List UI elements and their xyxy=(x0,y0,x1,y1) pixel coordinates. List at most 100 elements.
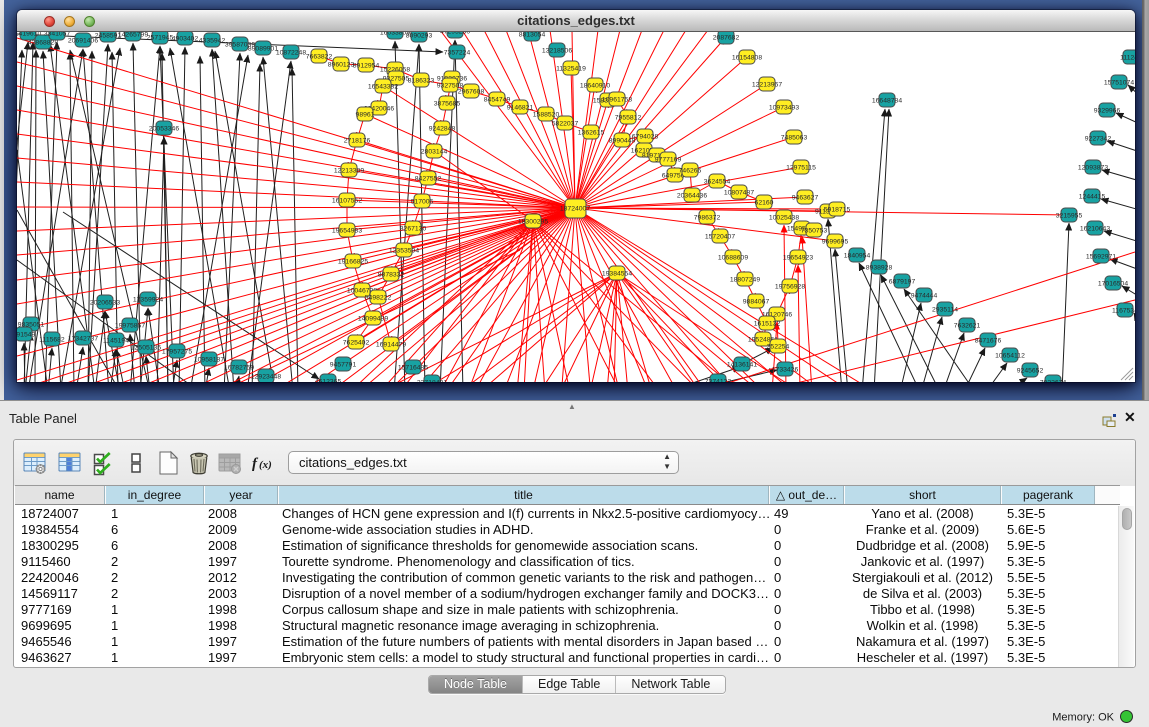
svg-text:12975115: 12975115 xyxy=(786,164,816,171)
svg-text:1244415: 1244415 xyxy=(1079,193,1106,200)
svg-text:12093873: 12093873 xyxy=(1078,164,1108,171)
svg-text:13218506: 13218506 xyxy=(542,47,572,54)
svg-text:2803144: 2803144 xyxy=(421,148,448,155)
svg-text:19756928: 19756928 xyxy=(775,283,805,290)
svg-text:16107552: 16107552 xyxy=(332,197,362,204)
svg-text:10688609: 10688609 xyxy=(718,254,748,261)
svg-text:18300295: 18300295 xyxy=(518,218,548,225)
svg-text:14265799: 14265799 xyxy=(118,32,148,38)
svg-text:7374122: 7374122 xyxy=(705,378,732,382)
svg-text:3267130: 3267130 xyxy=(400,225,427,232)
svg-text:15716485: 15716485 xyxy=(398,364,428,371)
svg-text:19654923: 19654923 xyxy=(783,254,813,261)
svg-text:7485063: 7485063 xyxy=(781,134,808,141)
svg-text:16648784: 16648784 xyxy=(872,97,902,104)
svg-text:1840954: 1840954 xyxy=(844,252,871,259)
svg-text:98961: 98961 xyxy=(356,111,375,118)
svg-text:f: f xyxy=(252,456,259,472)
svg-text:7986372: 7986372 xyxy=(694,214,721,221)
svg-text:8471676: 8471676 xyxy=(975,337,1002,344)
svg-text:9777169: 9777169 xyxy=(655,156,682,163)
svg-text:391549: 391549 xyxy=(17,331,36,338)
svg-text:1615132: 1615132 xyxy=(754,320,781,327)
svg-text:14136141: 14136141 xyxy=(727,361,757,368)
svg-text:10958187: 10958187 xyxy=(194,356,224,363)
svg-text:7022674: 7022674 xyxy=(1040,379,1067,382)
svg-text:16154808: 16154808 xyxy=(732,54,762,61)
svg-text:23718431: 23718431 xyxy=(417,379,447,382)
svg-text:10872248: 10872248 xyxy=(276,49,306,56)
svg-text:7357224: 7357224 xyxy=(444,49,471,56)
svg-text:8454749: 8454749 xyxy=(484,96,511,103)
svg-text:89089901: 89089901 xyxy=(248,45,278,52)
svg-text:9227342: 9227342 xyxy=(1085,135,1112,142)
svg-text:5918715: 5918715 xyxy=(824,206,851,213)
svg-text:17342737: 17342737 xyxy=(68,335,98,342)
svg-text:18807249: 18807249 xyxy=(730,276,760,283)
svg-text:7350753: 7350753 xyxy=(801,227,828,234)
svg-text:111248: 111248 xyxy=(1120,54,1135,61)
svg-text:(x): (x) xyxy=(259,459,272,471)
svg-text:6879197: 6879197 xyxy=(889,278,916,285)
svg-text:19166825: 19166825 xyxy=(338,258,368,265)
svg-text:16914479: 16914479 xyxy=(376,341,406,348)
svg-text:47295260: 47295260 xyxy=(440,32,470,35)
svg-text:62160: 62160 xyxy=(755,199,774,206)
svg-text:8427552: 8427552 xyxy=(415,175,442,182)
svg-text:12353594: 12353594 xyxy=(389,247,419,254)
svg-text:15720407: 15720407 xyxy=(705,233,735,240)
svg-text:12213389: 12213389 xyxy=(334,167,364,174)
svg-text:18640910: 18640910 xyxy=(580,82,610,89)
svg-text:16210643: 16210643 xyxy=(1080,225,1110,232)
svg-text:1362615: 1362615 xyxy=(578,129,605,136)
svg-text:3875685: 3875685 xyxy=(434,100,461,107)
svg-text:20053346: 20053346 xyxy=(149,125,179,132)
svg-text:2718176: 2718176 xyxy=(344,137,371,144)
svg-text:11325419: 11325419 xyxy=(556,65,586,72)
svg-text:9463627: 9463627 xyxy=(792,194,819,201)
svg-text:2571945: 2571945 xyxy=(147,34,174,41)
svg-text:10654112: 10654112 xyxy=(995,352,1025,359)
svg-text:1145194: 1145194 xyxy=(103,337,129,344)
svg-text:4612365: 4612365 xyxy=(315,378,342,382)
svg-text:7955812: 7955812 xyxy=(615,114,642,121)
svg-text:9699695: 9699695 xyxy=(822,238,849,245)
svg-text:19654983: 19654983 xyxy=(332,227,362,234)
svg-text:8878332: 8878332 xyxy=(378,271,405,278)
svg-text:8813054: 8813054 xyxy=(519,32,546,38)
svg-text:3341057: 3341057 xyxy=(44,32,71,37)
svg-text:10025438: 10025438 xyxy=(769,214,799,221)
svg-text:18724007: 18724007 xyxy=(560,205,590,212)
svg-text:10807487: 10807487 xyxy=(724,189,754,196)
svg-text:16543382: 16543382 xyxy=(368,83,398,90)
svg-text:17359924: 17359924 xyxy=(133,296,163,303)
svg-text:746266: 746266 xyxy=(679,167,702,174)
svg-text:5822037: 5822037 xyxy=(552,120,579,127)
svg-text:8912954: 8912954 xyxy=(353,62,380,69)
svg-text:17957275: 17957275 xyxy=(162,348,192,355)
svg-text:1115682: 1115682 xyxy=(39,336,65,343)
svg-text:7632621: 7632621 xyxy=(954,322,981,329)
svg-text:8960123: 8960123 xyxy=(328,61,355,68)
svg-text:19975867: 19975867 xyxy=(115,322,145,329)
svg-text:2087682: 2087682 xyxy=(713,34,740,41)
svg-text:6794028: 6794028 xyxy=(632,133,659,140)
svg-text:9146821: 9146821 xyxy=(507,104,534,111)
svg-text:1588520: 1588520 xyxy=(533,111,560,118)
svg-text:7625402: 7625402 xyxy=(343,339,370,346)
svg-text:9245652: 9245652 xyxy=(1017,367,1044,374)
svg-text:12923448: 12923448 xyxy=(251,373,281,380)
svg-text:19384554: 19384554 xyxy=(602,270,632,277)
svg-text:9242848: 9242848 xyxy=(429,125,456,132)
svg-text:12505135: 12505135 xyxy=(131,344,161,351)
svg-text:20691406: 20691406 xyxy=(68,37,98,44)
svg-text:2935114: 2935114 xyxy=(932,306,958,313)
svg-text:3624554: 3624554 xyxy=(704,178,731,185)
svg-text:10961758: 10961758 xyxy=(602,96,632,103)
svg-text:8090293: 8090293 xyxy=(406,32,433,39)
svg-text:4903402: 4903402 xyxy=(172,35,199,42)
svg-text:20206533: 20206533 xyxy=(90,299,120,306)
svg-text:9329966: 9329966 xyxy=(1094,107,1121,114)
svg-text:15692971: 15692971 xyxy=(1086,253,1116,260)
svg-text:9474444: 9474444 xyxy=(911,292,938,299)
